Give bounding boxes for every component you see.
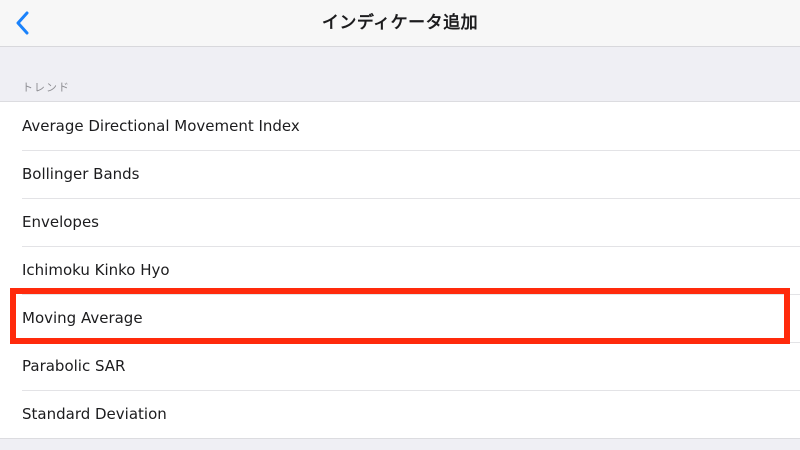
list-item-bollinger-bands[interactable]: Bollinger Bands (0, 150, 800, 198)
list-item-parabolic-sar[interactable]: Parabolic SAR (0, 342, 800, 390)
list-item-standard-deviation[interactable]: Standard Deviation (0, 390, 800, 438)
indicator-add-screen: インディケータ追加 トレンド Average Directional Movem… (0, 0, 800, 450)
navigation-bar: インディケータ追加 (0, 0, 800, 47)
list-item-average-directional-movement-index[interactable]: Average Directional Movement Index (0, 102, 800, 150)
list-item-envelopes[interactable]: Envelopes (0, 198, 800, 246)
list-item-ichimoku-kinko-hyo[interactable]: Ichimoku Kinko Hyo (0, 246, 800, 294)
section-header-trend: トレンド (22, 81, 70, 94)
page-title: インディケータ追加 (321, 13, 479, 33)
indicator-list: Average Directional Movement Index Bolli… (0, 101, 800, 439)
list-item-moving-average[interactable]: Moving Average (0, 294, 800, 342)
